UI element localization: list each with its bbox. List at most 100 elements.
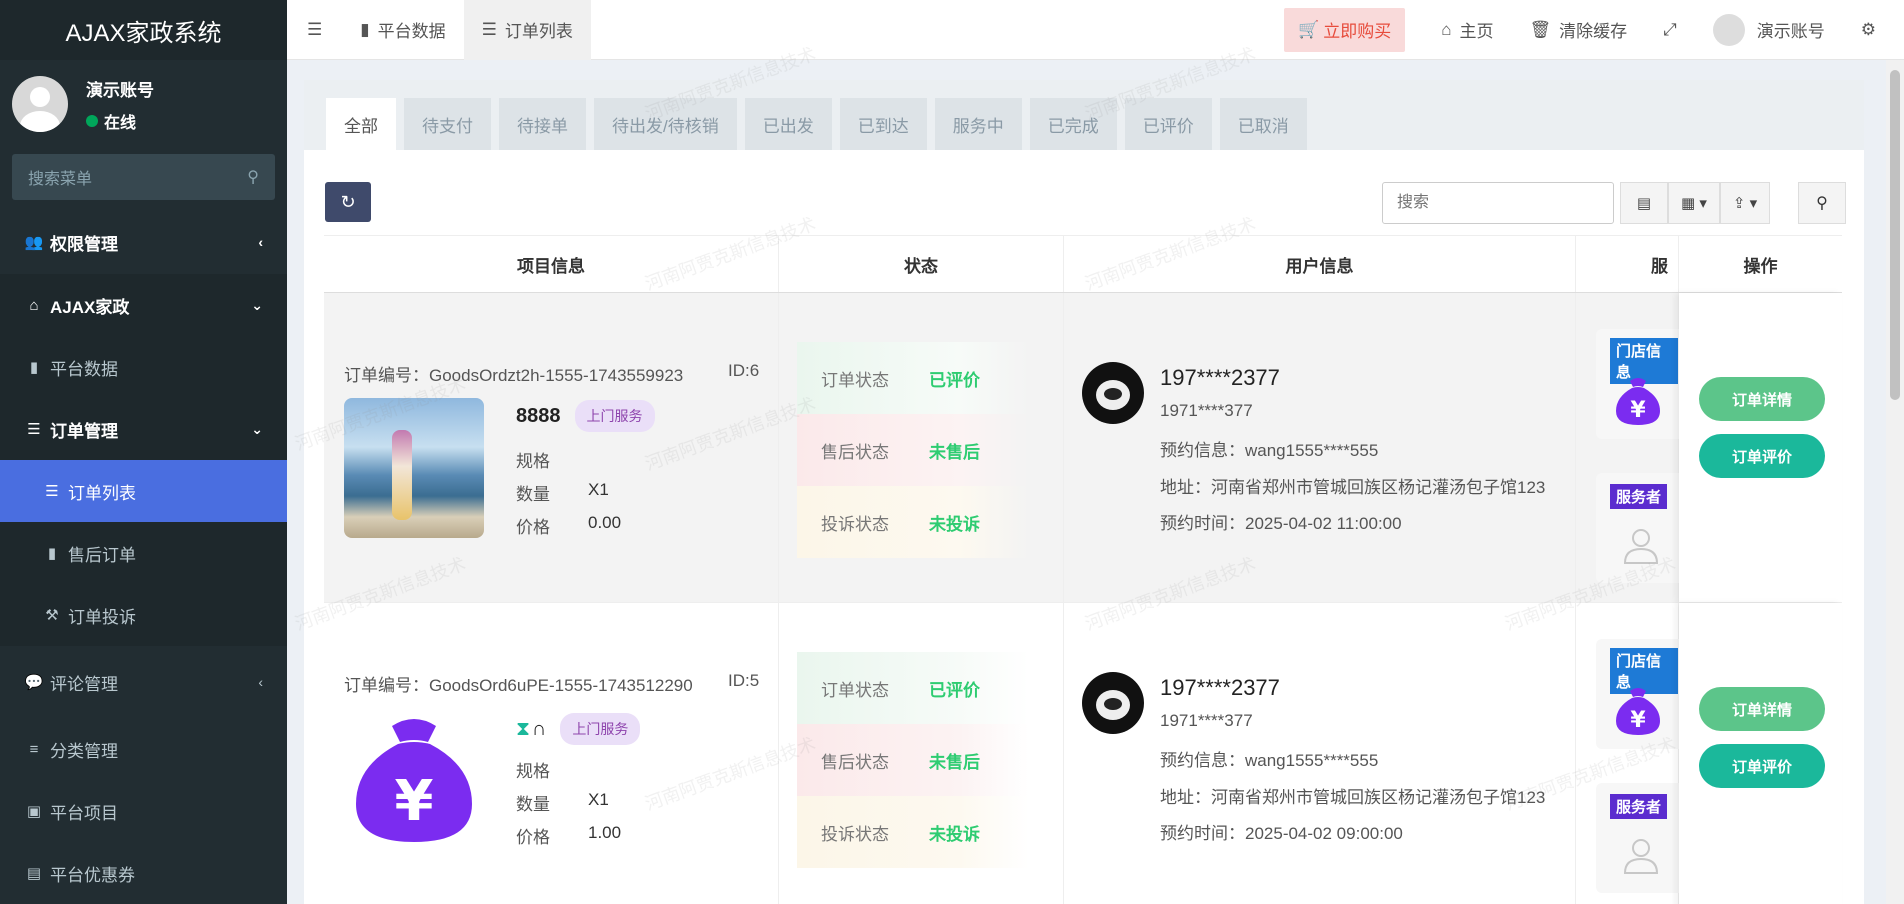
complaint-status: 投诉状态 未投诉 [797, 486, 1029, 558]
sidebar-item-order-list[interactable]: ☰ 订单列表 [0, 460, 287, 522]
bar-chart-icon: ▮ [29, 359, 39, 376]
after-sale-status: 售后状态 未售后 [797, 414, 1029, 486]
chevron-left-icon: ‹ [258, 674, 263, 690]
export-icon: ⇪ ▾ [1732, 195, 1758, 212]
price-row: 价格 1.00 [516, 823, 622, 847]
sidebar-item-categories[interactable]: ≡ 分类管理 [0, 718, 287, 780]
sidebar-item-comments[interactable]: 💬 评论管理 ‹ [0, 646, 287, 718]
grid-icon: ▦ ▾ [1681, 195, 1707, 212]
product-title: 8888 上门服务 [516, 400, 655, 432]
chevron-left-icon: ‹ [258, 234, 263, 250]
product-title: ⧗ ∩ 上门服务 [516, 713, 641, 745]
table-row: 订单编号：GoodsOrdzt2h-1555-1743559923 ID:6 8… [324, 293, 1842, 603]
order-number: 订单编号：GoodsOrd6uPE-1555-1743512290 [344, 676, 693, 695]
user-phone: 197****2377 [1160, 365, 1280, 390]
fullscreen-icon: ⤢ [1663, 19, 1677, 39]
sidebar-item-complaints[interactable]: ⚒ 订单投诉 [0, 584, 287, 646]
user-avatar [1082, 672, 1144, 734]
export-button[interactable]: ⇪ ▾ [1719, 182, 1771, 224]
page-scrollbar[interactable] [1886, 60, 1904, 904]
list-icon: ☰ [481, 19, 497, 39]
settings-button[interactable]: ⚙ [1843, 0, 1904, 60]
address: 地址：河南省郑州市管城回族区杨记灌汤包子馆123 [1160, 788, 1546, 807]
complaint-status: 投诉状态 未投诉 [797, 796, 1029, 868]
spec-row: 规格 [516, 452, 550, 471]
sidebar-item-platform-data[interactable]: ▮ 平台数据 [0, 336, 287, 398]
provider-badge[interactable]: 服务者 [1610, 794, 1668, 819]
status-cell: 订单状态 已评价 售后状态 未售后 投诉状态 未投诉 [779, 603, 1064, 904]
user-info-cell: 197****2377 1971****377 预约信息：wang1555***… [1064, 603, 1576, 904]
person-placeholder-icon [1623, 839, 1659, 874]
link-icon: ⧗ [516, 717, 531, 740]
tab-departed[interactable]: 已出发 [744, 98, 832, 150]
menu-toggle-button[interactable]: ☰ [287, 0, 342, 60]
fullscreen-button[interactable]: ⤢ [1645, 0, 1695, 60]
user-status: 在线 [86, 109, 154, 133]
sidebar-item-order-management[interactable]: ☰ 订单管理 ⌄ [0, 398, 287, 460]
money-bag-icon: ¥ [1616, 378, 1660, 425]
order-detail-button[interactable]: 订单详情 [1699, 687, 1825, 731]
product-name: ∩ [532, 717, 547, 740]
product-name: 8888 [516, 404, 561, 427]
clear-cache-button[interactable]: 🗑 清除缓存 [1512, 0, 1646, 60]
list-icon: ☰ [27, 421, 41, 438]
tab-platform-data[interactable]: ▮ 平台数据 [342, 0, 463, 60]
sidebar-item-ajax-home[interactable]: ⌂ AJAX家政 ⌄ [0, 274, 287, 336]
order-status: 订单状态 已评价 [797, 652, 1029, 724]
home-link[interactable]: ⌂ 主页 [1423, 0, 1511, 60]
order-detail-button[interactable]: 订单详情 [1699, 377, 1825, 421]
provider-badge[interactable]: 服务者 [1610, 484, 1668, 509]
columns-toggle-button[interactable]: ▦ ▾ [1668, 182, 1720, 224]
app-logo[interactable]: AJAX家政系统 [0, 0, 287, 60]
status-filter-tabs: 全部 待支付 待接单 待出发/待核销 已出发 已到达 服务中 已完成 已评价 已… [304, 80, 1864, 150]
product-thumbnail [344, 398, 484, 538]
scrollbar-thumb[interactable] [1890, 70, 1900, 400]
service-cell: 门店信息 ¥ 服务者 [1576, 293, 1686, 602]
hamburger-icon: ☰ [307, 19, 323, 39]
tab-pending-payment[interactable]: 待支付 [404, 98, 491, 150]
table-row: 订单编号：GoodsOrd6uPE-1555-1743512290 ID:5 ¥… [324, 603, 1842, 904]
status-cell: 订单状态 已评价 售后状态 未售后 投诉状态 未投诉 [779, 293, 1064, 602]
service-cell: 门店信息 ¥ 服务者 [1576, 603, 1686, 904]
tab-order-list[interactable]: ☰ 订单列表 [463, 0, 591, 60]
tab-all[interactable]: 全部 [326, 98, 396, 150]
tab-in-service[interactable]: 服务中 [934, 98, 1022, 150]
list-icon: ☰ [45, 483, 59, 500]
header-status: 状态 [779, 236, 1064, 292]
online-dot-icon [86, 114, 98, 127]
credit-card-icon: ▤ [26, 865, 42, 882]
tab-cancelled[interactable]: 已取消 [1219, 98, 1307, 150]
gears-icon: ⚙ [1860, 19, 1876, 39]
sidebar-item-projects[interactable]: ▣ 平台项目 [0, 780, 287, 842]
account-menu[interactable]: 演示账号 [1695, 0, 1843, 60]
order-review-button[interactable]: 订单评价 [1699, 744, 1825, 788]
order-number: 订单编号：GoodsOrdzt2h-1555-1743559923 [344, 366, 684, 385]
table-search-input[interactable] [1382, 182, 1614, 224]
refresh-icon: ↻ [340, 191, 356, 212]
order-review-button[interactable]: 订单评价 [1699, 434, 1825, 478]
tab-pending-accept[interactable]: 待接单 [499, 98, 586, 150]
after-sale-status: 售后状态 未售后 [797, 724, 1029, 796]
sidebar-item-coupons[interactable]: ▤ 平台优惠券 [0, 842, 287, 904]
money-bag-icon: ¥ [356, 719, 472, 842]
svg-text:¥: ¥ [1630, 708, 1646, 733]
menu-search-input[interactable]: 搜索菜单 ⚲ [12, 154, 275, 200]
user-name: 演示账号 [86, 80, 154, 100]
tab-pending-depart[interactable]: 待出发/待核销 [594, 98, 737, 150]
booking-time: 预约时间：2025-04-02 09:00:00 [1160, 824, 1403, 843]
booking-info: 预约信息：wang1555****555 [1160, 441, 1379, 460]
table-header: 项目信息 状态 用户信息 服 操作 [324, 235, 1842, 293]
search-button[interactable]: ⚲ [1798, 182, 1846, 224]
tab-completed[interactable]: 已完成 [1029, 98, 1117, 150]
cart-icon: 🛒 [1298, 19, 1320, 39]
tab-reviewed[interactable]: 已评价 [1124, 98, 1212, 150]
refresh-button[interactable]: ↻ [325, 182, 371, 222]
address: 地址：河南省郑州市管城回族区杨记灌汤包子馆123 [1160, 478, 1546, 497]
sidebar-item-permissions[interactable]: 👥 权限管理 ‹ [0, 210, 287, 274]
card-view-button[interactable]: ▤ [1620, 182, 1668, 224]
view-button-group: ▤ ▦ ▾ ⇪ ▾ [1620, 182, 1771, 224]
tab-arrived[interactable]: 已到达 [839, 98, 927, 150]
sidebar-item-after-sale[interactable]: ▮ 售后订单 [0, 522, 287, 584]
buy-now-button[interactable]: 🛒 立即购买 [1284, 7, 1406, 52]
user-nickname: 1971****377 [1160, 711, 1253, 730]
